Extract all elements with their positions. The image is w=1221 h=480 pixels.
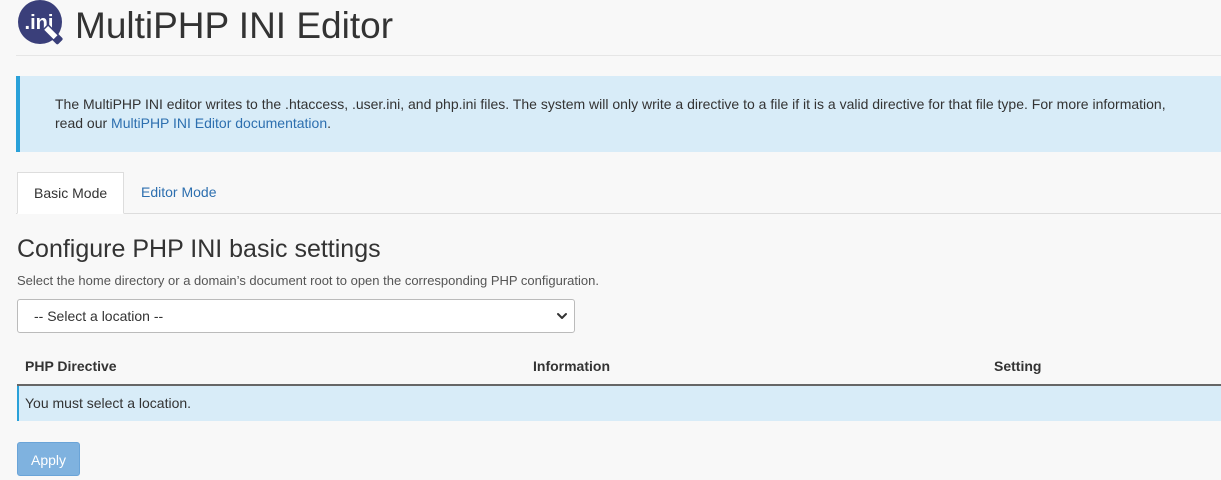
column-header-php-directive[interactable]: PHP Directive: [25, 357, 117, 375]
column-header-setting: Setting: [994, 358, 1042, 374]
location-select[interactable]: -- Select a location --: [17, 299, 575, 333]
documentation-link[interactable]: MultiPHP INI Editor documentation: [111, 115, 327, 131]
multiphp-ini-logo-icon: .ini: [18, 0, 63, 45]
tab-basic-mode[interactable]: Basic Mode: [17, 172, 124, 214]
column-header-information: Information: [533, 358, 610, 374]
page-header: .ini MultiPHP INI Editor: [16, 0, 1221, 56]
directives-table-header: PHP Directive Information Setting: [17, 350, 1221, 386]
chevron-down-icon: [557, 313, 567, 319]
section-title: Configure PHP INI basic settings: [17, 235, 381, 263]
callout-line2-suffix: .: [327, 115, 332, 131]
section-description: Select the home directory or a domain’s …: [17, 273, 599, 288]
page: .ini MultiPHP INI Editor The MultiPHP IN…: [0, 0, 1221, 480]
callout-line2-prefix: read our: [55, 115, 112, 131]
mode-tabs: Basic Mode Editor Mode: [16, 172, 1221, 214]
info-callout: The MultiPHP INI editor writes to the .h…: [16, 76, 1221, 152]
callout-line1: The MultiPHP INI editor writes to the .h…: [55, 96, 1166, 112]
info-callout-text: The MultiPHP INI editor writes to the .h…: [55, 95, 1221, 133]
page-title: MultiPHP INI Editor: [75, 5, 394, 46]
tab-editor-mode[interactable]: Editor Mode: [125, 172, 232, 213]
location-select-value: -- Select a location --: [34, 308, 164, 324]
apply-button[interactable]: Apply: [17, 442, 80, 476]
empty-table-message: You must select a location.: [25, 395, 192, 411]
table-row-empty-message: You must select a location.: [17, 386, 1221, 421]
